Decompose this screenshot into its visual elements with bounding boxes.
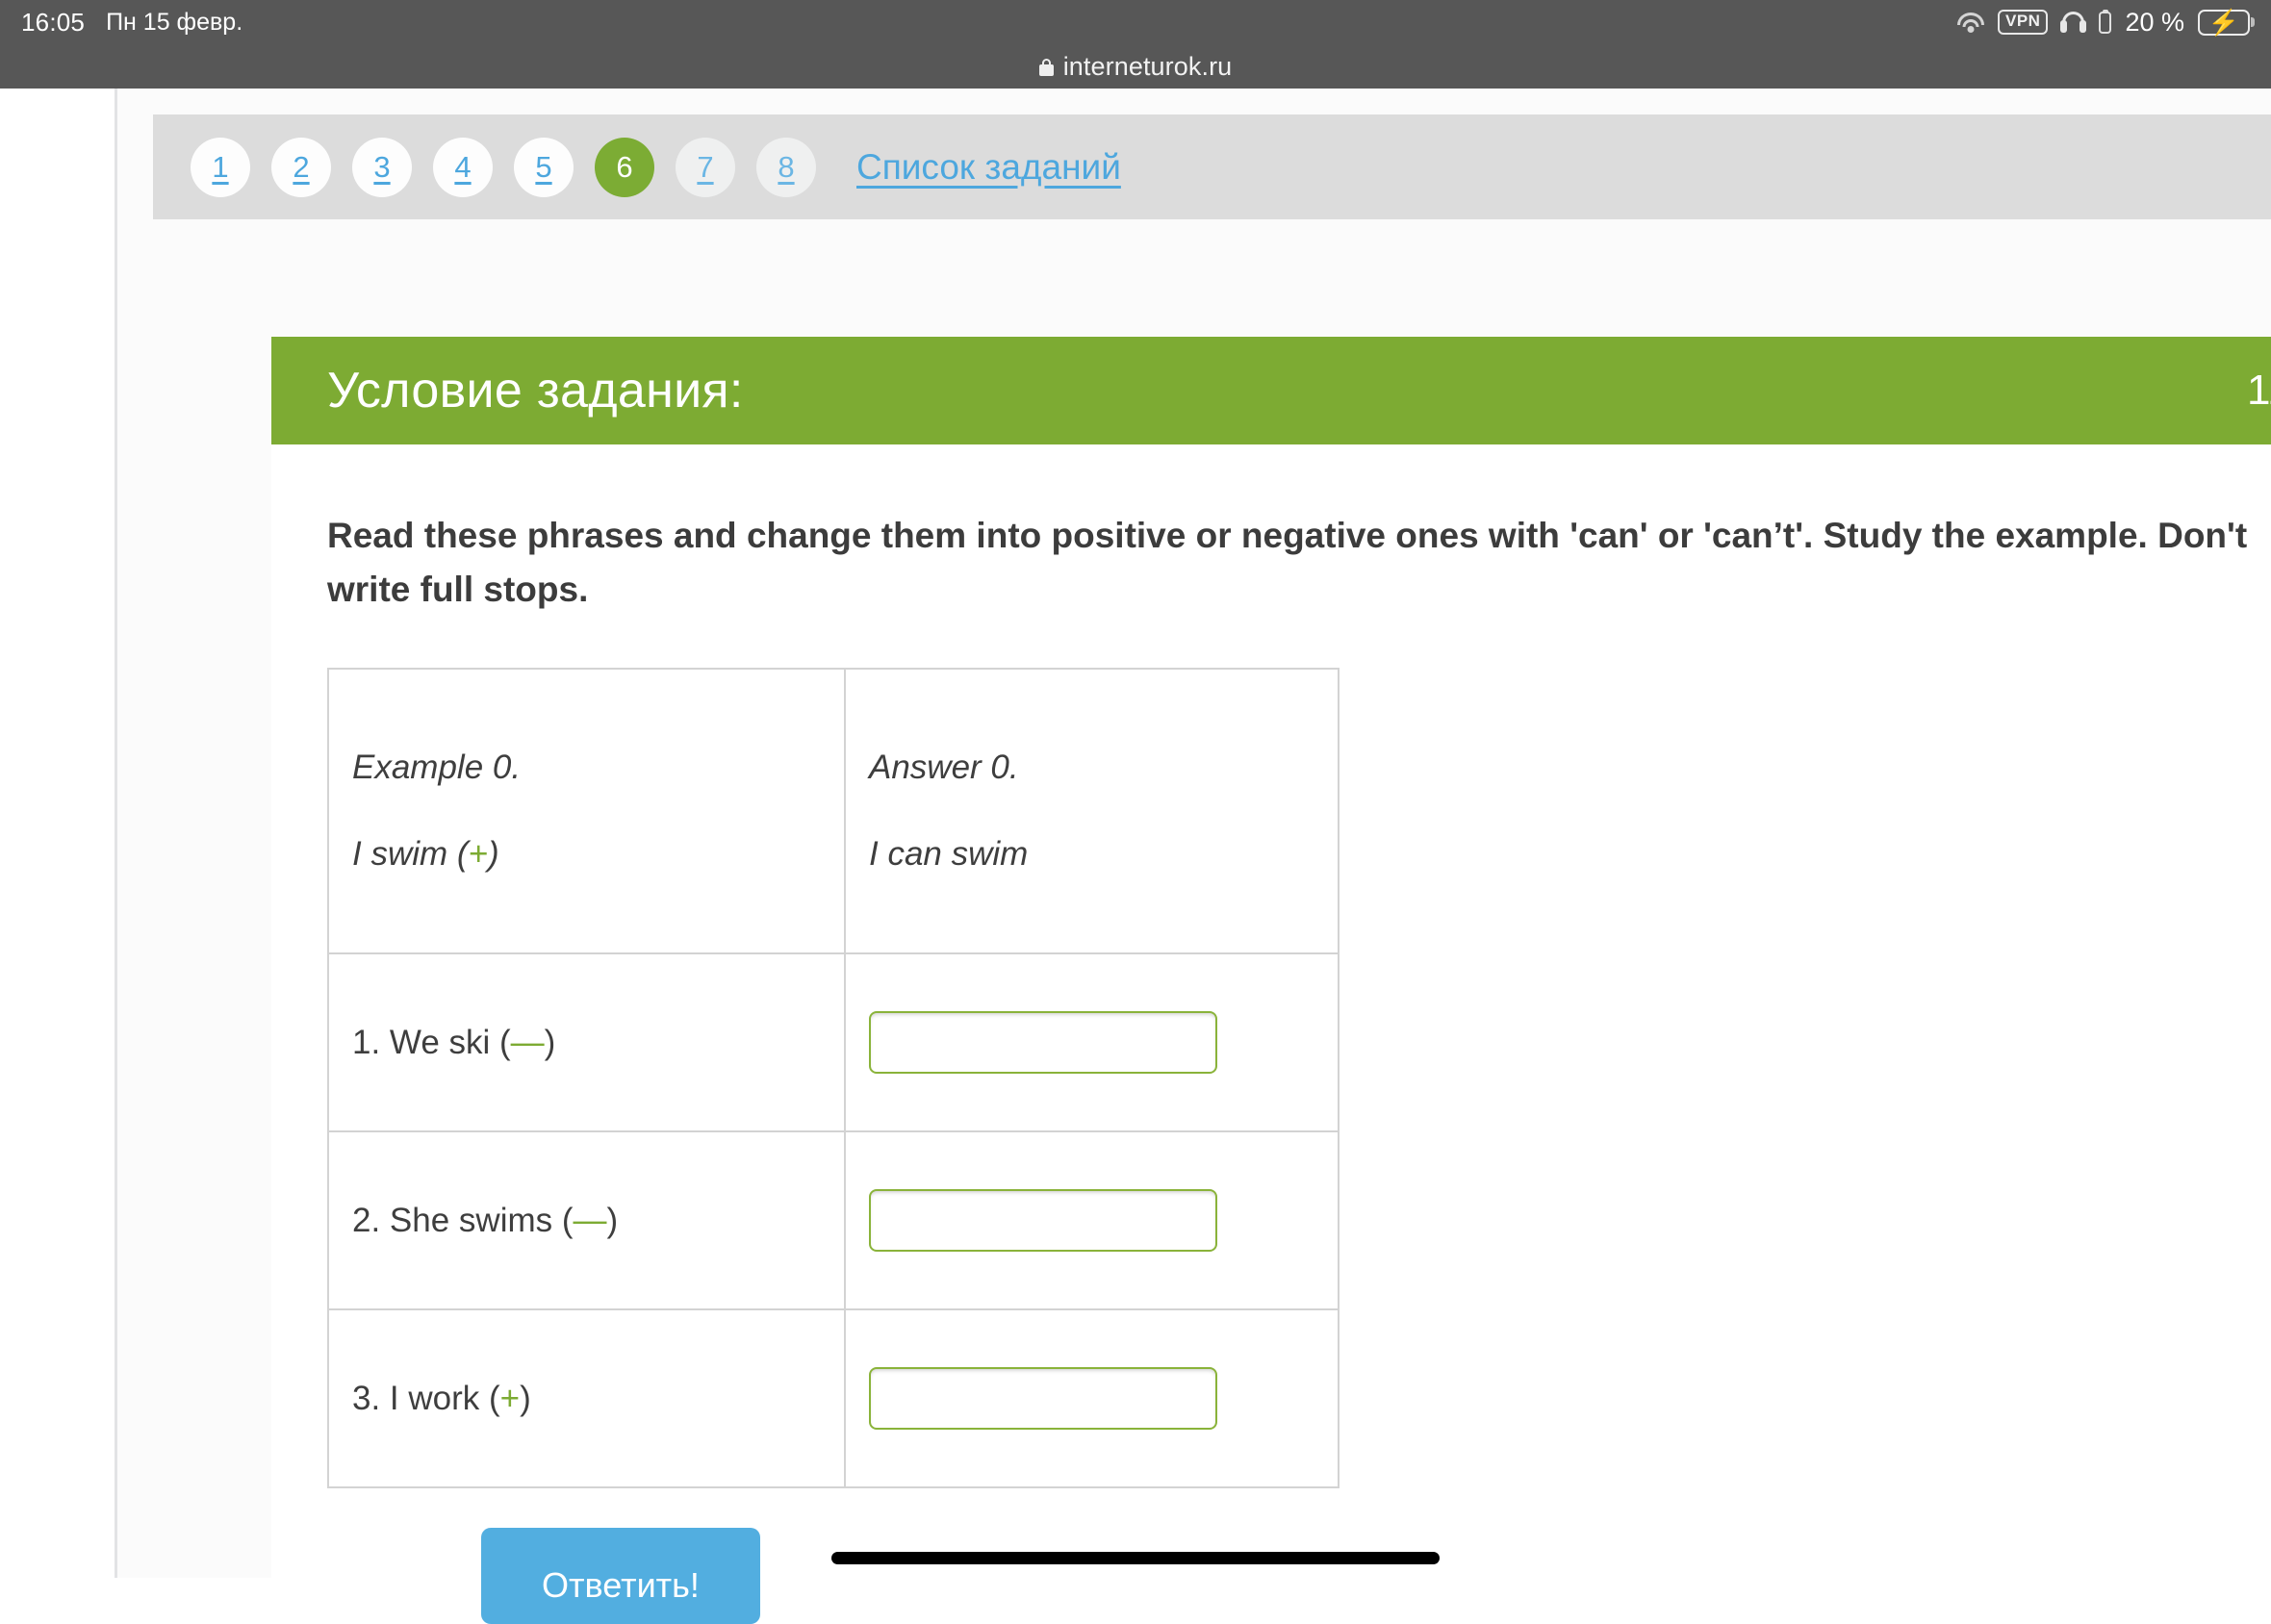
example-phrase-close: ) bbox=[488, 835, 499, 873]
status-bar-left: 16:05 Пн 15 февр. bbox=[0, 8, 242, 38]
example-phrase-text: I swim ( bbox=[352, 835, 469, 873]
example-heading: Example 0. bbox=[352, 749, 821, 787]
task-list-link[interactable]: Список заданий bbox=[856, 147, 1121, 188]
pagination-item-1[interactable]: 1 bbox=[191, 138, 250, 197]
example-sign-plus-icon: + bbox=[469, 835, 488, 873]
pagination-item-2[interactable]: 2 bbox=[271, 138, 331, 197]
pagination-item-3[interactable]: 3 bbox=[352, 138, 412, 197]
status-bar: 16:05 Пн 15 февр. VPN 20 % ⚡ bbox=[0, 0, 2271, 44]
battery-percent-label: 20 % bbox=[2125, 8, 2184, 38]
table-row: 3. I work (+) bbox=[328, 1309, 1339, 1487]
condition-score-badge: 11 Б. bbox=[2247, 367, 2271, 415]
minus-sign-icon-2: — bbox=[574, 1202, 607, 1239]
lock-icon bbox=[1039, 59, 1054, 76]
phrase-text-2: 2. She swims ( bbox=[352, 1202, 574, 1239]
task-prompt: Read these phrases and change them into … bbox=[327, 509, 2271, 616]
status-bar-right: VPN 20 % ⚡ bbox=[1956, 8, 2271, 38]
headphones-icon bbox=[2060, 12, 2086, 34]
example-phrase: I swim (+) bbox=[352, 835, 821, 874]
exercise-table: Example 0. I swim (+) Answer 0. I can sw… bbox=[327, 668, 1340, 1488]
answer-cell-3 bbox=[845, 1309, 1339, 1487]
table-row-example: Example 0. I swim (+) Answer 0. I can sw… bbox=[328, 669, 1339, 953]
minus-sign-icon-1: — bbox=[511, 1024, 545, 1061]
status-date: Пн 15 февр. bbox=[106, 9, 242, 37]
answer-input-3[interactable] bbox=[869, 1367, 1217, 1430]
task-pagination: 1 2 3 4 5 6 7 8 Список заданий bbox=[153, 114, 2271, 219]
answer-cell-2 bbox=[845, 1131, 1339, 1309]
pagination-item-5[interactable]: 5 bbox=[514, 138, 574, 197]
phrase-close-1: ) bbox=[545, 1024, 556, 1061]
example-phrase-cell: Example 0. I swim (+) bbox=[328, 669, 845, 953]
phrase-text-1: 1. We ski ( bbox=[352, 1024, 511, 1061]
table-row: 2. She swims (—) bbox=[328, 1131, 1339, 1309]
condition-header: Условие задания: 11 Б. bbox=[271, 337, 2271, 444]
example-answer: I can swim bbox=[869, 835, 1314, 874]
table-row: 1. We ski (—) bbox=[328, 953, 1339, 1131]
status-time: 16:05 bbox=[21, 8, 85, 38]
answer-input-1[interactable] bbox=[869, 1011, 1217, 1074]
task-card: Read these phrases and change them into … bbox=[271, 444, 2271, 1578]
vpn-icon: VPN bbox=[1998, 10, 2048, 35]
home-indicator[interactable] bbox=[831, 1552, 1440, 1564]
wifi-icon bbox=[1956, 12, 1985, 33]
pagination-item-8[interactable]: 8 bbox=[756, 138, 816, 197]
plus-sign-icon-3: + bbox=[500, 1380, 520, 1417]
pagination-item-4[interactable]: 4 bbox=[433, 138, 493, 197]
content-area: 1 2 3 4 5 6 7 8 Список заданий Условие з… bbox=[117, 89, 2271, 1578]
example-answer-cell: Answer 0. I can swim bbox=[845, 669, 1339, 953]
device-battery-icon bbox=[2099, 12, 2111, 34]
answer-heading: Answer 0. bbox=[869, 749, 1314, 787]
phrase-cell-1: 1. We ski (—) bbox=[328, 953, 845, 1131]
battery-charging-icon: ⚡ bbox=[2198, 10, 2250, 36]
phrase-cell-3: 3. I work (+) bbox=[328, 1309, 845, 1487]
answer-cell-1 bbox=[845, 953, 1339, 1131]
phrase-close-2: ) bbox=[607, 1202, 619, 1239]
phrase-text-3: 3. I work ( bbox=[352, 1380, 500, 1417]
page-body: 1 2 3 4 5 6 7 8 Список заданий Условие з… bbox=[0, 89, 2271, 1578]
submit-answer-button[interactable]: Ответить! bbox=[481, 1528, 760, 1624]
phrase-cell-2: 2. She swims (—) bbox=[328, 1131, 845, 1309]
url-text: interneturok.ru bbox=[1063, 52, 1233, 82]
browser-url-bar[interactable]: interneturok.ru bbox=[0, 44, 2271, 89]
phrase-close-3: ) bbox=[520, 1380, 531, 1417]
pagination-item-7[interactable]: 7 bbox=[676, 138, 735, 197]
pagination-item-6-active[interactable]: 6 bbox=[595, 138, 654, 197]
answer-input-2[interactable] bbox=[869, 1189, 1217, 1252]
condition-title: Условие задания: bbox=[327, 362, 744, 419]
left-gutter bbox=[0, 89, 115, 1578]
